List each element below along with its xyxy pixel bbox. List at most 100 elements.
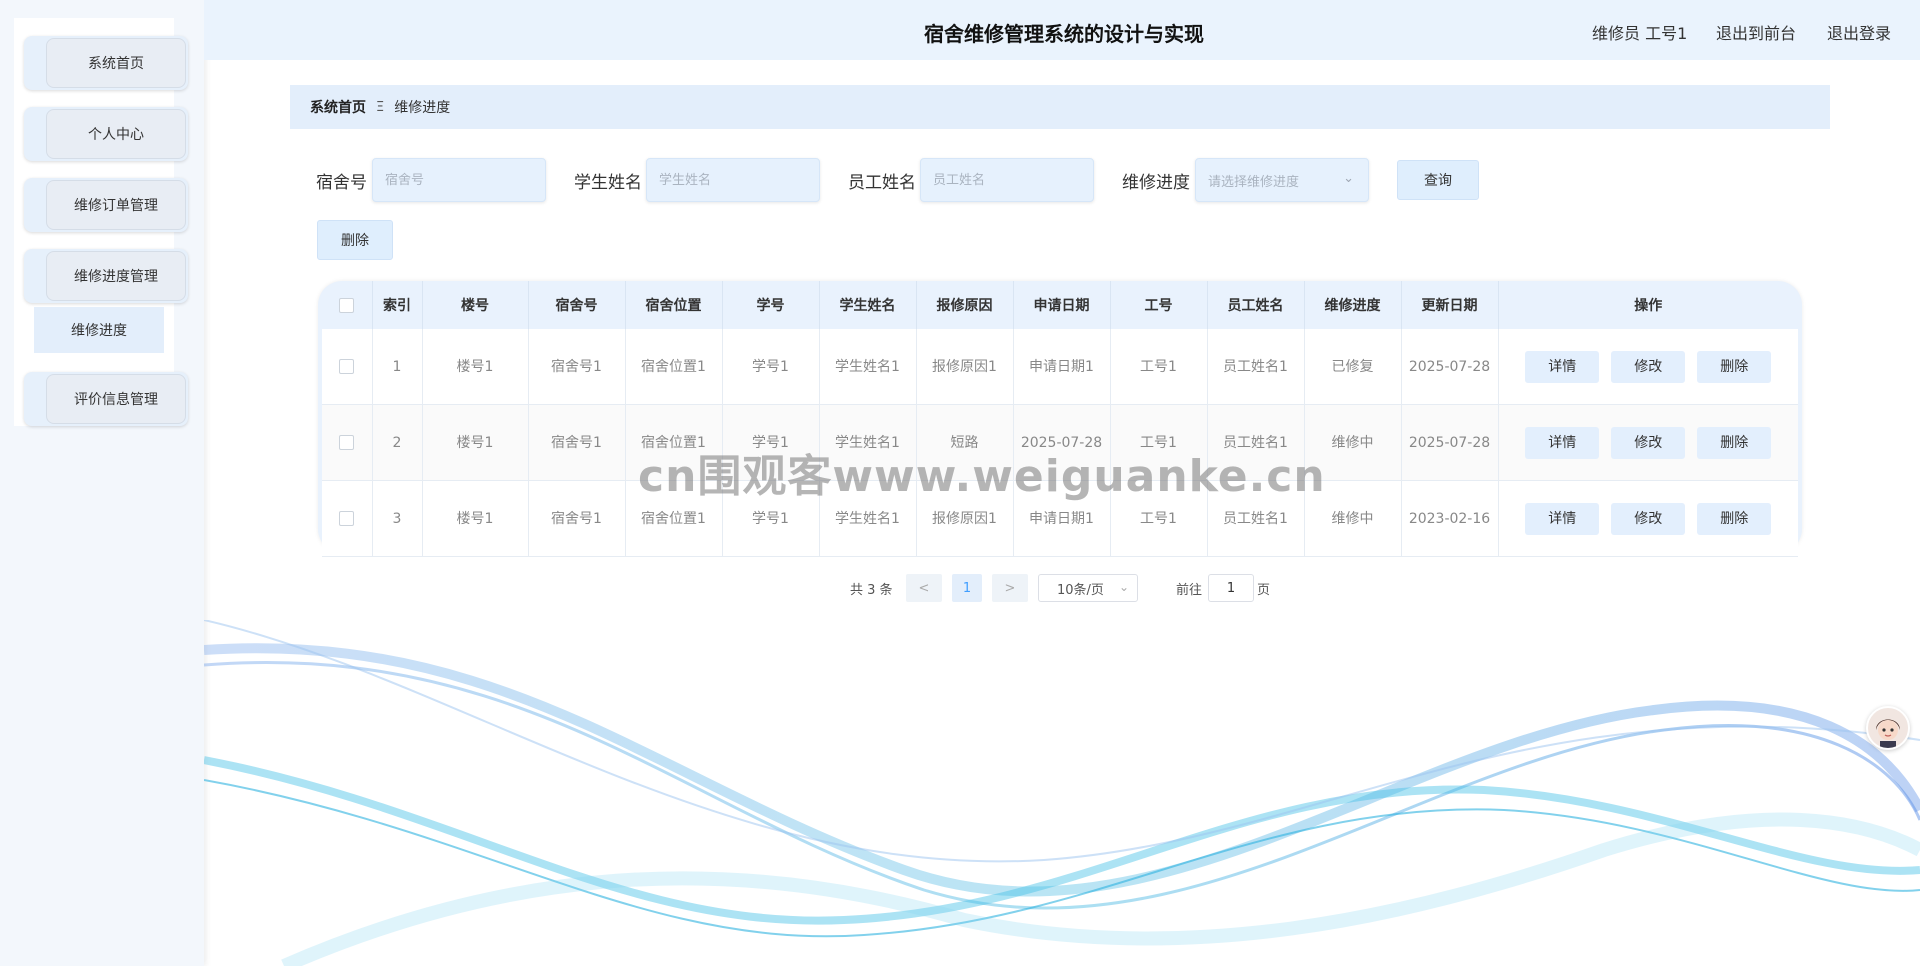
select-all-checkbox[interactable] [339,297,355,313]
cell-progress: 已修复 [1304,329,1402,405]
cell-index: 3 [372,480,423,557]
employee-filter-label: 员工姓名 [848,173,916,193]
sidebar-item-profile[interactable]: 个人中心 [24,107,188,161]
sidebar-item-label: 评价信息管理 [46,374,186,424]
cell-actions: 详情 修改 删除 [1498,329,1798,405]
cell-dorm: 宿舍号1 [528,404,626,481]
pagination-goto-label: 前往 [1176,582,1203,598]
avatar-face-icon [1876,719,1900,748]
sidebar-item-orders[interactable]: 维修订单管理 [24,178,188,232]
sidebar-item-label: 维修进度管理 [46,251,186,301]
progress-select-placeholder: 请选择维修进度 [1208,174,1300,190]
dorm-filter-label: 宿舍号 [316,173,367,193]
row-select-cell [322,404,373,481]
pagination-goto-input[interactable] [1208,574,1254,602]
cell-index: 2 [372,404,423,481]
row-select-cell [322,480,373,557]
cell-update-date: 2025-07-28 [1401,329,1499,405]
logout-link[interactable]: 退出登录 [1827,20,1891,44]
cell-dorm: 宿舍号1 [528,329,626,405]
chevron-down-icon: ⌄ [1343,171,1354,186]
cell-actions: 详情 修改 删除 [1498,480,1798,557]
cell-emp-id: 工号1 [1110,329,1208,405]
chevron-down-icon: ⌄ [1118,580,1129,594]
sidebar-item-reviews[interactable]: 评价信息管理 [24,372,188,426]
cell-index: 1 [372,329,423,405]
cell-dorm: 宿舍号1 [528,480,626,557]
row-checkbox[interactable] [339,435,355,450]
cell-location: 宿舍位置1 [625,329,723,405]
edit-button[interactable]: 修改 [1611,502,1686,535]
cell-building: 楼号1 [422,404,529,481]
sidebar-subitem-progress[interactable]: 维修进度 [34,307,164,353]
column-header: 员工姓名 [1207,281,1305,329]
page-size-select[interactable]: 10条/页 ⌄ [1038,574,1138,602]
cell-building: 楼号1 [422,329,529,405]
pagination-prev-button[interactable]: < [906,574,942,602]
column-header: 申请日期 [1013,281,1111,329]
cell-building: 楼号1 [422,480,529,557]
table-header-row: 索引 楼号 宿舍号 宿舍位置 学号 学生姓名 报修原因 申请日期 工号 员工姓名… [322,281,1798,329]
back-to-front-link[interactable]: 退出到前台 [1716,20,1796,44]
assistant-avatar-icon[interactable] [1866,706,1910,750]
detail-button[interactable]: 详情 [1525,502,1600,535]
row-checkbox[interactable] [339,359,355,374]
search-button[interactable]: 查询 [1397,160,1479,200]
progress-filter-select[interactable]: 请选择维修进度 ⌄ [1195,158,1369,202]
edit-button[interactable]: 修改 [1611,350,1686,383]
data-table: 索引 楼号 宿舍号 宿舍位置 学号 学生姓名 报修原因 申请日期 工号 员工姓名… [318,281,1802,557]
progress-filter-label: 维修进度 [1122,173,1190,193]
cell-actions: 详情 修改 删除 [1498,404,1798,481]
sidebar-item-label: 维修订单管理 [46,180,186,230]
breadcrumb: 系统首页 Ξ 维修进度 [290,85,1830,129]
row-checkbox[interactable] [339,511,355,526]
user-label: 维修员 工号1 [1592,24,1688,43]
cell-student-name: 学生姓名1 [819,329,917,405]
student-filter-input[interactable] [646,158,820,202]
bulk-delete-button[interactable]: 删除 [317,220,393,260]
detail-button[interactable]: 详情 [1525,426,1600,459]
pagination-total: 共 3 条 [850,582,893,598]
pagination-page-unit: 页 [1257,582,1271,598]
row-select-cell [322,329,373,405]
cell-emp-name: 员工姓名1 [1207,329,1305,405]
breadcrumb-home[interactable]: 系统首页 [310,97,366,117]
progress-table: 索引 楼号 宿舍号 宿舍位置 学号 学生姓名 报修原因 申请日期 工号 员工姓名… [322,281,1798,557]
app-title: 宿舍维修管理系统的设计与实现 [924,22,1204,46]
delete-button[interactable]: 删除 [1697,350,1772,383]
select-all-header [322,281,373,329]
detail-button[interactable]: 详情 [1525,350,1600,383]
sidebar-item-label: 个人中心 [46,109,186,159]
breadcrumb-current: 维修进度 [394,100,451,116]
column-header: 报修原因 [916,281,1014,329]
table-row: 1 楼号1 宿舍号1 宿舍位置1 学号1 学生姓名1 报修原因1 申请日期1 工… [322,329,1798,405]
dorm-filter-input[interactable] [372,158,546,202]
delete-button[interactable]: 删除 [1697,502,1772,535]
cell-apply-date: 申请日期1 [1013,329,1111,405]
student-filter-label: 学生姓名 [574,173,642,193]
pagination-page-1[interactable]: 1 [952,574,982,602]
cell-update-date: 2023-02-16 [1401,480,1499,557]
employee-filter-input[interactable] [920,158,1094,202]
column-header: 学号 [722,281,820,329]
column-header: 操作 [1634,298,1663,314]
delete-button[interactable]: 删除 [1697,426,1772,459]
cell-student-id: 学号1 [722,329,820,405]
pagination-next-button[interactable]: > [992,574,1028,602]
breadcrumb-separator-icon: Ξ [376,99,385,115]
edit-button[interactable]: 修改 [1611,426,1686,459]
top-header: 宿舍维修管理系统的设计与实现 维修员 工号1 退出到前台 退出登录 [204,0,1920,60]
page-size-value: 10条/页 [1057,582,1104,598]
column-header: 宿舍号 [528,281,626,329]
sidebar-item-home[interactable]: 系统首页 [24,36,188,90]
column-header: 宿舍位置 [625,281,723,329]
watermark: cn围观客www.weiguanke.cn [638,451,1326,502]
column-header: 楼号 [422,281,529,329]
background-waves [204,620,1920,966]
column-header: 工号 [1110,281,1208,329]
column-header: 维修进度 [1304,281,1402,329]
column-header: 索引 [372,281,423,329]
cell-reason: 报修原因1 [916,329,1014,405]
column-header: 学生姓名 [819,281,917,329]
sidebar-item-progress-mgmt[interactable]: 维修进度管理 [24,249,188,303]
